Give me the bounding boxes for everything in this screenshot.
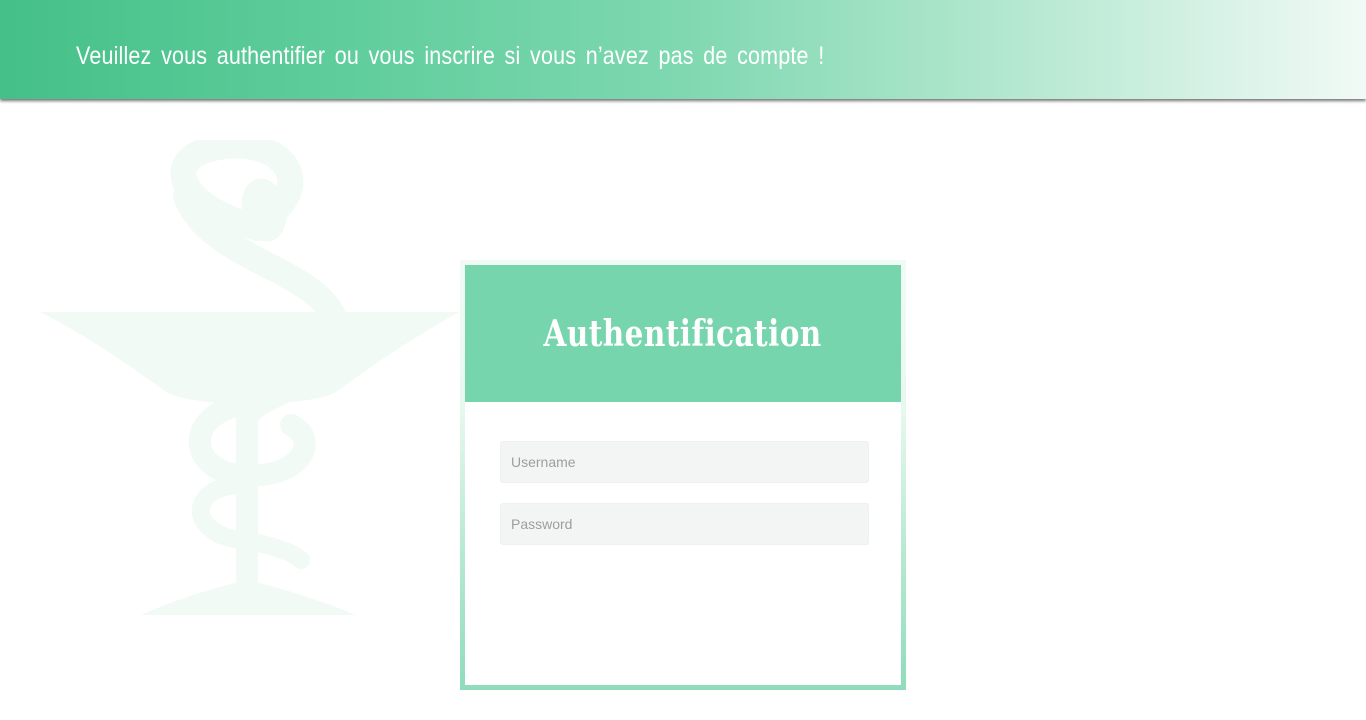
password-input[interactable] <box>500 503 869 545</box>
login-card-header: Authentification <box>465 265 901 402</box>
login-card: Authentification <box>460 260 906 690</box>
login-title: Authentification <box>543 312 823 355</box>
pharmacy-bowl-of-hygieia-icon <box>40 140 460 615</box>
top-banner: Veuillez vous authentifier ou vous inscr… <box>0 0 1366 99</box>
banner-message: Veuillez vous authentifier ou vous inscr… <box>76 42 825 70</box>
username-input[interactable] <box>500 441 869 483</box>
login-card-body: Authentification <box>465 265 901 685</box>
